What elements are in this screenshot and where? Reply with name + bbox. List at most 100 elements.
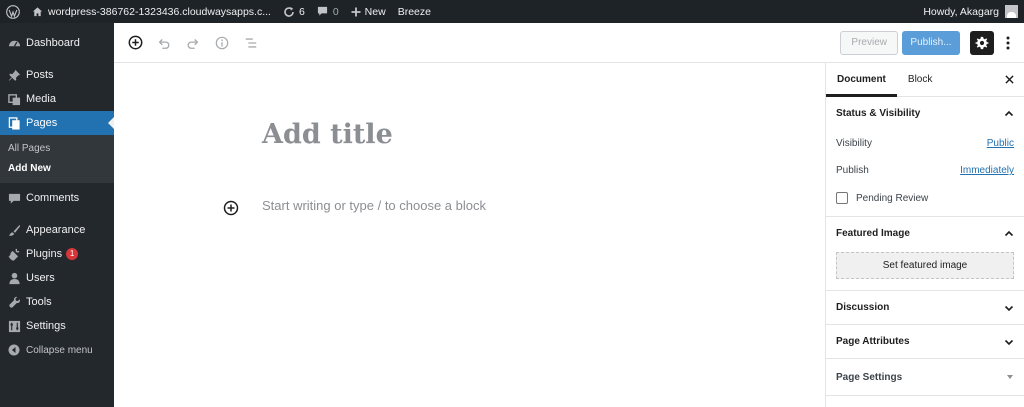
breeze-link[interactable]: Breeze xyxy=(392,0,437,23)
discussion-title: Discussion xyxy=(836,302,890,313)
updates-count: 6 xyxy=(298,5,305,18)
page-settings-toggle[interactable]: Page Settings xyxy=(826,359,1024,395)
sidebar-label-appearance: Appearance xyxy=(26,224,86,236)
sidebar-item-dashboard[interactable]: Dashboard xyxy=(0,31,114,55)
tab-document[interactable]: Document xyxy=(826,63,897,97)
my-account[interactable]: Howdy, Akagarg xyxy=(923,5,1024,18)
media-icon xyxy=(7,92,21,106)
site-name-link[interactable]: wordpress-386762-1323436.cloudwaysapps.c… xyxy=(26,0,277,23)
publish-date-link[interactable]: Immediately xyxy=(960,165,1014,176)
caret-down-icon xyxy=(1007,375,1013,379)
sidebar-label-dashboard: Dashboard xyxy=(26,37,80,49)
new-label: New xyxy=(364,5,386,18)
new-content-link[interactable]: New xyxy=(345,0,392,23)
publish-label: Publish xyxy=(836,165,869,176)
page-settings-title: Page Settings xyxy=(836,371,903,383)
breeze-label: Breeze xyxy=(397,5,431,18)
settings-icon xyxy=(7,319,21,333)
paintbrush-icon xyxy=(7,223,21,237)
set-featured-image-button[interactable]: Set featured image xyxy=(836,252,1014,279)
add-block-button[interactable] xyxy=(122,30,148,56)
editor-header-toolbar: Preview Publish... xyxy=(114,23,1024,63)
pending-review-checkbox[interactable] xyxy=(836,192,848,204)
updates-link[interactable]: 6 xyxy=(277,0,311,23)
visibility-toggle-link[interactable]: Public xyxy=(987,138,1014,149)
list-icon xyxy=(245,37,257,48)
visibility-row: Visibility Public xyxy=(826,130,1024,157)
preview-button[interactable]: Preview xyxy=(840,30,898,55)
page-attributes-toggle[interactable]: Page Attributes xyxy=(826,325,1024,358)
sidebar-label-users: Users xyxy=(26,272,55,284)
pending-review-row[interactable]: Pending Review xyxy=(826,184,1024,212)
admin-sidebar: Dashboard Posts Media Pages All Pages Ad… xyxy=(0,23,114,407)
default-block-appender[interactable]: Start writing or type / to choose a bloc… xyxy=(262,198,486,213)
settings-sidebar: Document Block Status & Visibility Visib… xyxy=(825,63,1024,407)
collapse-arrow-icon xyxy=(7,343,21,357)
editor-canvas: Add title Start writing or type / to cho… xyxy=(114,63,825,407)
block-navigation-button[interactable] xyxy=(238,30,264,56)
publish-row: Publish Immediately xyxy=(826,157,1024,184)
sidebar-label-pages: Pages xyxy=(26,117,58,129)
sidebar-item-users[interactable]: Users xyxy=(0,266,114,290)
wrench-icon xyxy=(7,295,21,309)
wordpress-logo-icon[interactable] xyxy=(0,0,26,23)
undo-button[interactable] xyxy=(151,30,177,56)
redo-button[interactable] xyxy=(180,30,206,56)
settings-toggle-button[interactable] xyxy=(970,30,994,55)
sidebar-item-posts[interactable]: Posts xyxy=(0,63,114,87)
discussion-panel: Discussion xyxy=(826,291,1024,325)
sidebar-item-settings[interactable]: Settings xyxy=(0,314,114,338)
block-inserter-button[interactable] xyxy=(223,200,239,216)
sidebar-label-media: Media xyxy=(26,93,56,105)
updates-icon xyxy=(283,6,295,18)
submenu-add-new[interactable]: Add New xyxy=(0,159,114,179)
site-name: wordpress-386762-1323436.cloudwaysapps.c… xyxy=(48,5,271,18)
comments-link[interactable]: 0 xyxy=(311,0,345,23)
dashboard-icon xyxy=(7,36,21,50)
sidebar-item-media[interactable]: Media xyxy=(0,87,114,111)
sidebar-item-comments[interactable]: Comments xyxy=(0,186,114,210)
sidebar-label-settings: Settings xyxy=(26,320,66,332)
collapse-menu-label: Collapse menu xyxy=(26,344,93,356)
featured-image-panel: Featured Image Set featured image xyxy=(826,217,1024,291)
sidebar-label-tools: Tools xyxy=(26,296,52,308)
comment-icon xyxy=(317,6,328,17)
pages-submenu: All Pages Add New xyxy=(0,135,114,183)
discussion-toggle[interactable]: Discussion xyxy=(826,291,1024,324)
featured-image-toggle[interactable]: Featured Image xyxy=(826,217,1024,250)
pin-icon xyxy=(7,68,21,82)
sidebar-item-pages[interactable]: Pages xyxy=(0,111,114,135)
featured-image-title: Featured Image xyxy=(836,228,910,239)
redo-icon xyxy=(187,38,199,49)
sidebar-item-tools[interactable]: Tools xyxy=(0,290,114,314)
avatar xyxy=(1005,5,1018,18)
publish-button[interactable]: Publish... xyxy=(902,30,960,55)
close-sidebar-button[interactable] xyxy=(1002,73,1016,87)
pending-review-label: Pending Review xyxy=(856,192,929,204)
home-icon xyxy=(32,6,43,17)
post-title-input[interactable]: Add title xyxy=(262,119,393,150)
status-visibility-panel: Status & Visibility Visibility Public Pu… xyxy=(826,97,1024,217)
sidebar-label-posts: Posts xyxy=(26,69,54,81)
sidebar-item-plugins[interactable]: Plugins 1 xyxy=(0,242,114,266)
more-options-button[interactable] xyxy=(998,31,1018,55)
admin-bar: wordpress-386762-1323436.cloudwaysapps.c… xyxy=(0,0,1024,23)
close-icon xyxy=(1004,75,1014,84)
chevron-down-icon xyxy=(1004,339,1014,345)
pages-icon xyxy=(7,116,21,130)
chevron-down-icon xyxy=(1004,305,1014,311)
plus-circle-icon xyxy=(223,200,239,216)
chevron-up-icon xyxy=(1004,110,1014,116)
sidebar-label-comments: Comments xyxy=(26,192,80,204)
tab-block[interactable]: Block xyxy=(897,63,943,97)
page-settings-panel: Page Settings xyxy=(826,359,1024,396)
status-visibility-toggle[interactable]: Status & Visibility xyxy=(826,97,1024,130)
sidebar-item-appearance[interactable]: Appearance xyxy=(0,218,114,242)
more-vertical-icon xyxy=(1006,36,1010,49)
gear-icon xyxy=(975,36,989,49)
sidebar-tabs: Document Block xyxy=(826,63,1024,97)
plugins-update-badge: 1 xyxy=(66,248,79,260)
collapse-menu-button[interactable]: Collapse menu xyxy=(0,338,114,362)
submenu-all-pages[interactable]: All Pages xyxy=(0,139,114,159)
content-structure-button[interactable] xyxy=(209,30,235,56)
